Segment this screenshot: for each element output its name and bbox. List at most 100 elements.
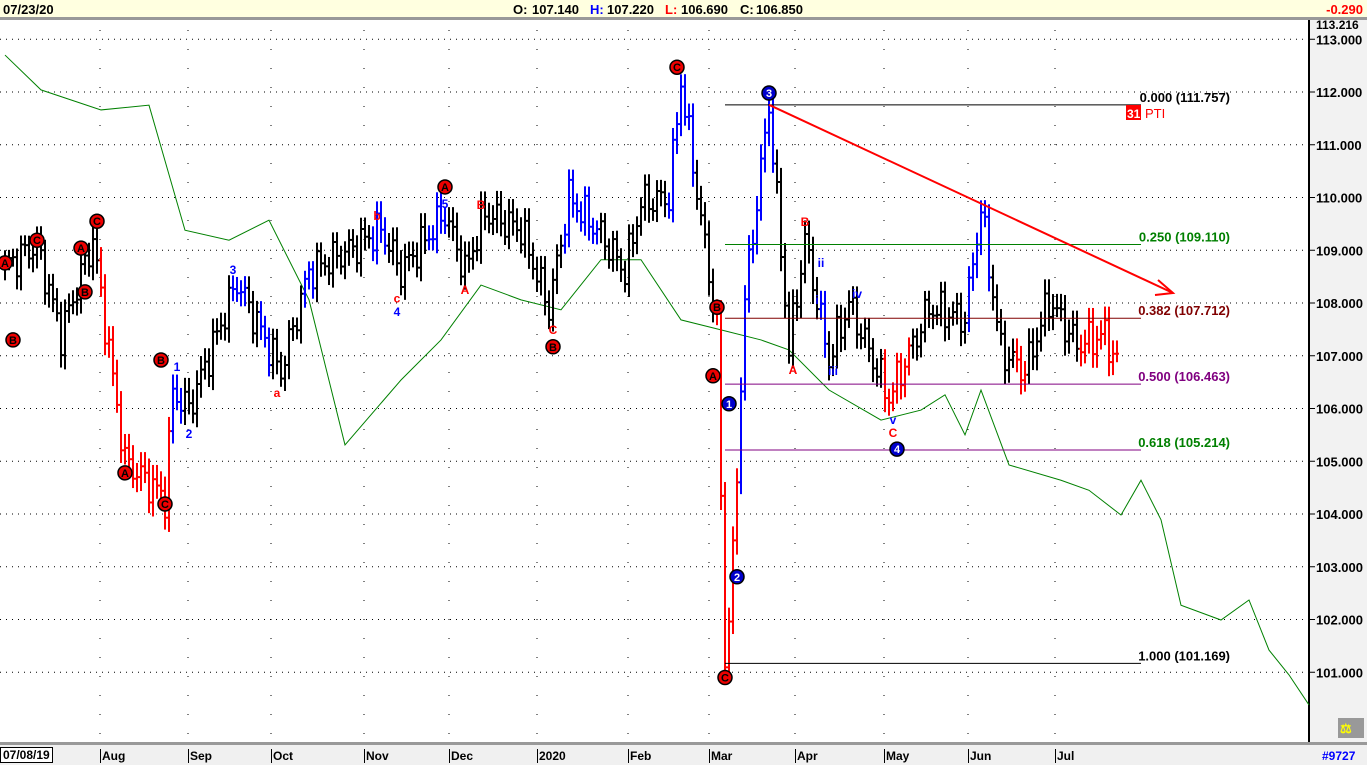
- price-bar: [43, 239, 47, 305]
- wave-label-text: A: [77, 243, 85, 255]
- price-bar: [1023, 361, 1027, 392]
- price-bar: [115, 359, 119, 413]
- price-bar: [491, 205, 495, 236]
- price-bar: [295, 317, 299, 340]
- price-bar: [803, 220, 807, 284]
- wave-label-text: B: [713, 302, 721, 314]
- wave-label: C: [157, 496, 173, 512]
- price-bar: [995, 284, 999, 332]
- wave-label-text: C: [673, 62, 681, 74]
- price-bar: [471, 237, 475, 270]
- price-bar: [759, 144, 763, 221]
- price-bar: [183, 377, 187, 425]
- price-bar: [635, 216, 639, 255]
- price-bar: [191, 389, 195, 424]
- price-bar: [79, 251, 83, 314]
- wave-label-text: C: [161, 499, 169, 511]
- pti-label: PTI: [1145, 106, 1165, 121]
- month-label: Nov: [364, 749, 389, 763]
- price-bar: [343, 241, 347, 280]
- fib-level-label: 0.382 (107.712): [1138, 303, 1230, 318]
- price-bar: [55, 288, 59, 322]
- price-bar: [563, 223, 567, 254]
- price-bar: [1051, 294, 1055, 331]
- price-bar: [63, 299, 67, 370]
- price-bar: [359, 217, 363, 277]
- price-bar: [371, 226, 375, 262]
- price-tick-label: 101.000: [1316, 665, 1363, 680]
- price-bar: [791, 289, 795, 369]
- price-bar: [299, 285, 303, 344]
- price-bar: [107, 326, 111, 358]
- price-bar: [247, 276, 251, 314]
- price-bar: [275, 328, 279, 375]
- price-bar: [15, 248, 19, 290]
- price-bar: [487, 202, 491, 234]
- wave-label-text: 5: [442, 197, 449, 211]
- price-bar: [435, 192, 439, 254]
- price-bar: [291, 317, 295, 341]
- price-chart[interactable]: 101.000 102.000 103.000 104.000 105.000 106.0…: [0, 0, 1367, 765]
- month-label: 2020: [537, 749, 566, 763]
- price-bar: [135, 462, 139, 493]
- price-bar: [823, 290, 827, 358]
- price-bar: [583, 186, 587, 236]
- price-bar: [1099, 320, 1103, 350]
- price-bar: [743, 285, 747, 401]
- price-bar: [891, 382, 895, 412]
- price-bar: [335, 232, 339, 269]
- wave-label: i: [815, 293, 818, 307]
- price-bar: [955, 292, 959, 325]
- price-bar: [223, 312, 227, 341]
- price-bar: [655, 180, 659, 223]
- price-bar: [999, 308, 1003, 346]
- wave-label: iii: [828, 364, 838, 378]
- fib-level-label: 0.618 (105.214): [1138, 435, 1230, 450]
- price-bar: [319, 242, 323, 277]
- wave-label: A: [461, 283, 470, 297]
- price-bar: [1031, 328, 1035, 371]
- price-bar: [431, 225, 435, 251]
- price-bar: [787, 291, 791, 364]
- price-bar: [363, 217, 367, 251]
- price-bar: [243, 276, 247, 307]
- price-bar: [919, 323, 923, 358]
- price-bar: [511, 199, 515, 236]
- wave-label: B: [545, 339, 561, 355]
- price-bar: [475, 235, 479, 262]
- wave-label-text: 1: [726, 399, 732, 411]
- price-bar: [555, 244, 559, 295]
- price-bar: [623, 260, 627, 293]
- wave-label-text: a: [274, 386, 281, 400]
- fib-level-label: 1.000 (101.169): [1138, 648, 1230, 663]
- price-bar: [571, 169, 575, 218]
- price-bar: [679, 74, 683, 137]
- price-bar: [1067, 319, 1071, 354]
- price-bar: [723, 482, 727, 681]
- price-bar: [691, 103, 695, 187]
- price-bar: [427, 225, 431, 251]
- price-bar: [659, 179, 663, 207]
- wave-label: B: [477, 198, 486, 212]
- price-tick-label: 104.000: [1316, 507, 1363, 522]
- price-bar: [1011, 338, 1015, 368]
- price-bar: [539, 255, 543, 296]
- wave-label: ii: [818, 256, 825, 270]
- price-bar: [235, 276, 239, 302]
- price-bar: [1055, 293, 1059, 318]
- price-bar: [847, 290, 851, 328]
- wave-label: A: [705, 368, 721, 384]
- price-bar: [351, 229, 355, 258]
- price-bar: [1019, 345, 1023, 395]
- price-bar: [843, 307, 847, 351]
- wave-label: B: [801, 215, 810, 229]
- price-bar: [1079, 334, 1083, 367]
- price-bar: [99, 247, 103, 297]
- price-bar: [879, 348, 883, 388]
- fib-level-label: 0.250 (109.110): [1139, 229, 1230, 244]
- price-bar: [347, 229, 351, 266]
- price-bar: [699, 185, 703, 226]
- price-bar: [1035, 327, 1039, 371]
- price-bar: [975, 232, 979, 279]
- price-bar: [1095, 325, 1099, 368]
